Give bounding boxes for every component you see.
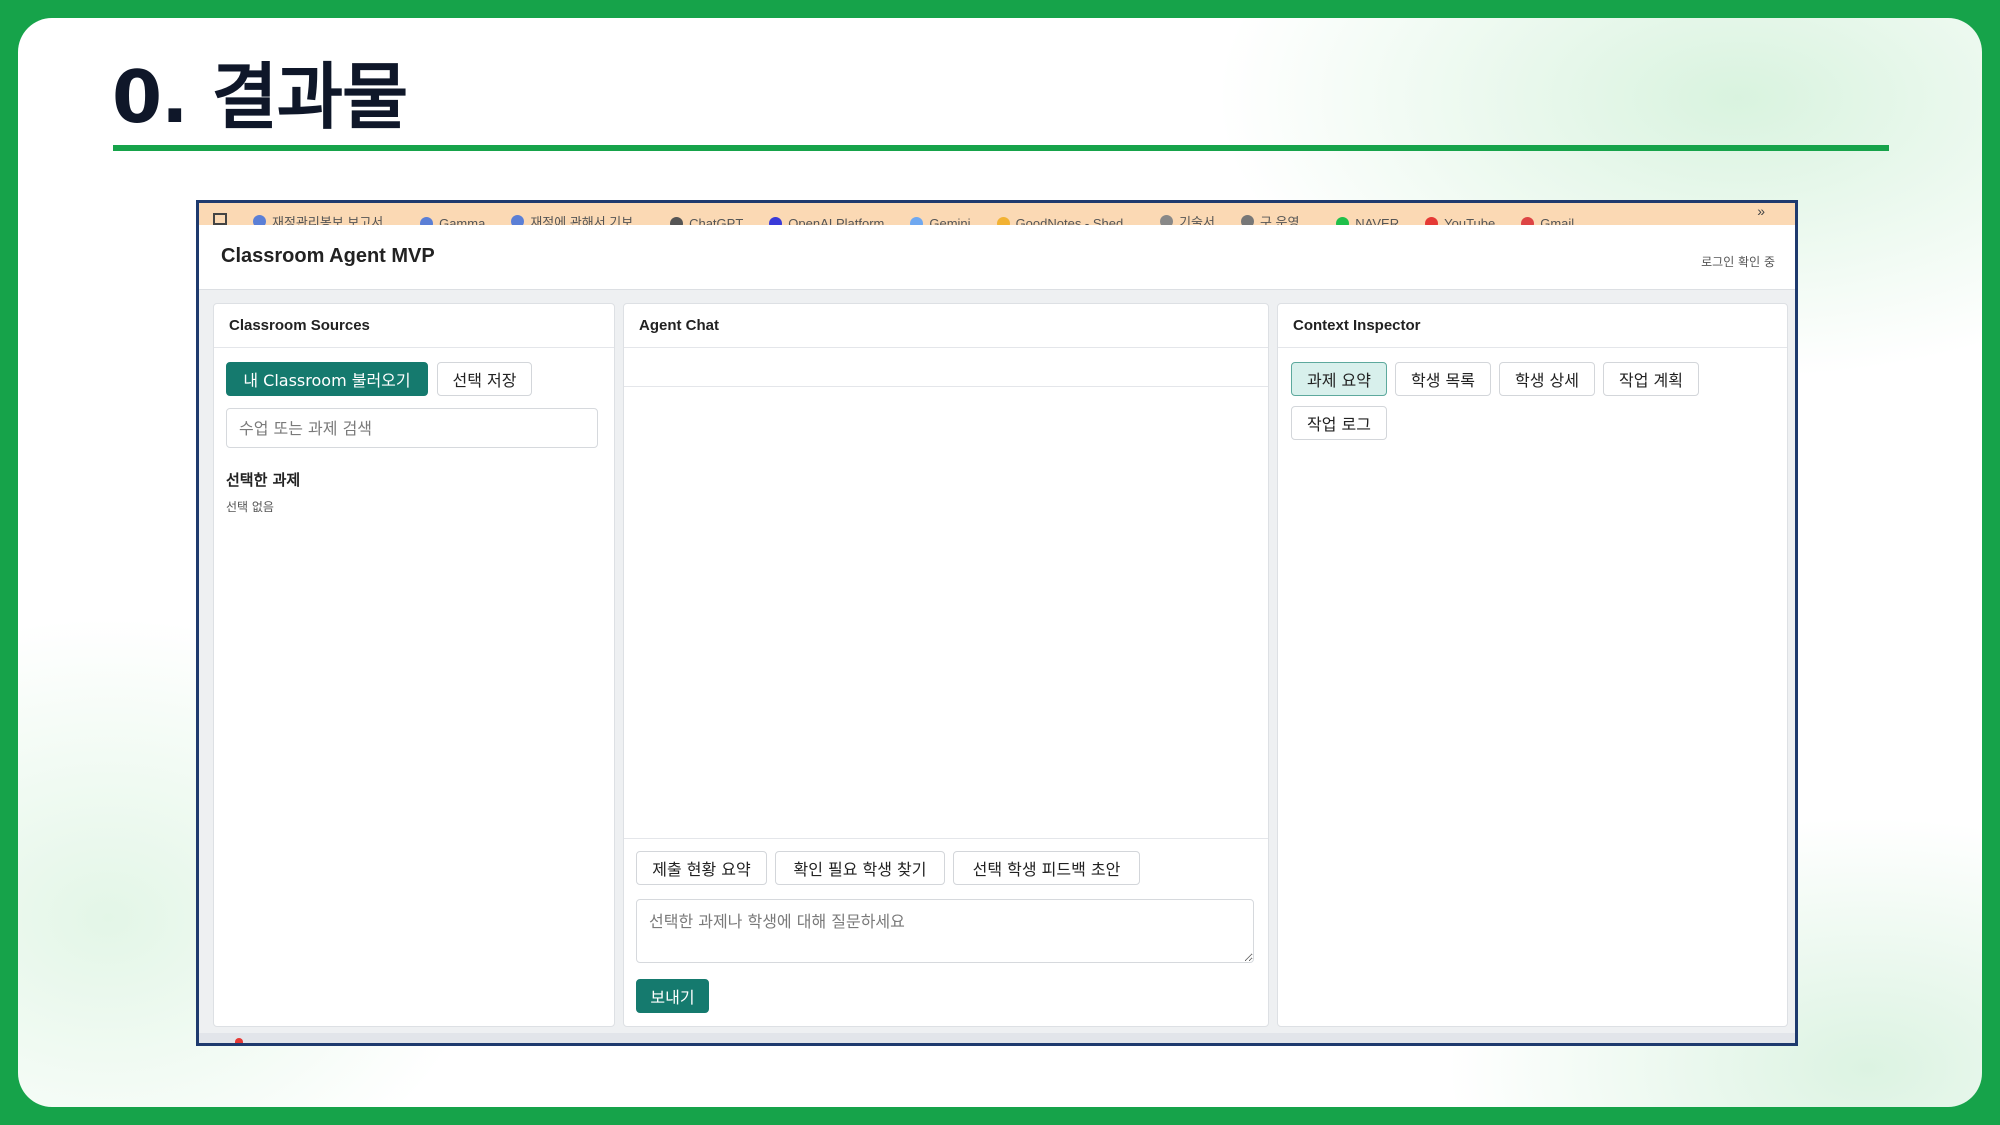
panel-heading: Agent Chat (624, 304, 1268, 348)
tab-assignment-summary[interactable]: 과제 요약 (1291, 362, 1387, 396)
site-icon (253, 215, 266, 225)
tab-student-detail[interactable]: 학생 상세 (1499, 362, 1595, 396)
bookmarks-bar: 재정관리봉보 보고서... Gamma 재정에 관해서 기보... ChatGP… (199, 203, 1795, 225)
site-icon (1425, 217, 1439, 225)
site-icon (511, 215, 525, 225)
app-title: Classroom Agent MVP (221, 245, 435, 267)
tab-work-log[interactable]: 작업 로그 (1291, 406, 1387, 440)
bookmark-item[interactable]: OpenAI Platform (769, 216, 884, 225)
window-bottom-strip (199, 1033, 1795, 1043)
bookmark-item[interactable]: Gamma (420, 216, 485, 225)
app-header: Classroom Agent MVP 로그인 확인 중 (199, 225, 1795, 290)
bookmark-item[interactable]: GoodNotes - Shed... (996, 216, 1134, 225)
site-icon (1160, 215, 1174, 225)
bookmarks-overflow-icon[interactable]: » (1757, 203, 1765, 219)
agent-chat-panel: Agent Chat 제출 현황 요약 확인 필요 학생 찾기 선택 학생 피드… (623, 303, 1269, 1027)
load-classroom-button[interactable]: 내 Classroom 불러오기 (226, 362, 428, 396)
site-icon (420, 217, 434, 225)
selected-assignment-label: 선택한 과제 (226, 471, 301, 489)
tab-student-list[interactable]: 학생 목록 (1395, 362, 1491, 396)
site-icon (996, 217, 1010, 225)
apps-grid-icon[interactable] (213, 213, 227, 225)
site-icon (1240, 215, 1254, 225)
bookmark-item[interactable]: 재정에 관해서 기보... (511, 212, 644, 225)
save-selection-button[interactable]: 선택 저장 (437, 362, 532, 396)
title-underline (113, 145, 1889, 151)
bookmark-item[interactable]: 재정관리봉보 보고서... (253, 212, 394, 225)
send-button[interactable]: 보내기 (636, 979, 709, 1013)
tab-work-plan[interactable]: 작업 계획 (1603, 362, 1699, 396)
bookmark-item[interactable]: ChatGPT (670, 216, 743, 225)
find-students-button[interactable]: 확인 필요 학생 찾기 (775, 851, 945, 885)
bookmark-item[interactable]: YouTube (1425, 216, 1495, 225)
chat-messages (624, 386, 1268, 838)
site-icon (769, 217, 783, 225)
chat-input[interactable] (636, 899, 1254, 963)
chat-subheader (624, 348, 1268, 387)
bookmark-item[interactable]: 구 운영... (1240, 212, 1310, 225)
bookmark-item[interactable]: NAVER (1336, 216, 1399, 225)
site-icon (910, 217, 924, 225)
submission-summary-button[interactable]: 제출 현황 요약 (636, 851, 767, 885)
panel-heading: Context Inspector (1278, 304, 1787, 348)
search-input[interactable] (226, 408, 598, 448)
slide-title: 0. 결과물 (112, 55, 408, 139)
selected-assignment-value: 선택 없음 (226, 500, 274, 514)
site-icon (670, 217, 684, 225)
bookmark-item[interactable]: Gmail (1521, 216, 1574, 225)
panel-heading: Classroom Sources (214, 304, 614, 348)
bookmark-item[interactable]: Gemini (910, 216, 971, 225)
bookmark-item[interactable]: 기술서 (1160, 212, 1215, 225)
site-icon (1521, 217, 1535, 225)
slide: 0. 결과물 재정관리봉보 보고서... Gamma 재정에 관해서 기보...… (18, 18, 1982, 1107)
classroom-sources-panel: Classroom Sources 내 Classroom 불러오기 선택 저장… (213, 303, 615, 1027)
feedback-draft-button[interactable]: 선택 학생 피드백 초안 (953, 851, 1140, 885)
context-inspector-panel: Context Inspector 과제 요약 학생 목록 학생 상세 작업 계… (1277, 303, 1788, 1027)
status-dot-icon (235, 1038, 243, 1043)
chat-footer: 제출 현황 요약 확인 필요 학생 찾기 선택 학생 피드백 초안 보내기 (624, 838, 1268, 1026)
browser-window: 재정관리봉보 보고서... Gamma 재정에 관해서 기보... ChatGP… (196, 200, 1798, 1046)
login-status: 로그인 확인 중 (1701, 255, 1775, 269)
site-icon (1336, 217, 1350, 225)
